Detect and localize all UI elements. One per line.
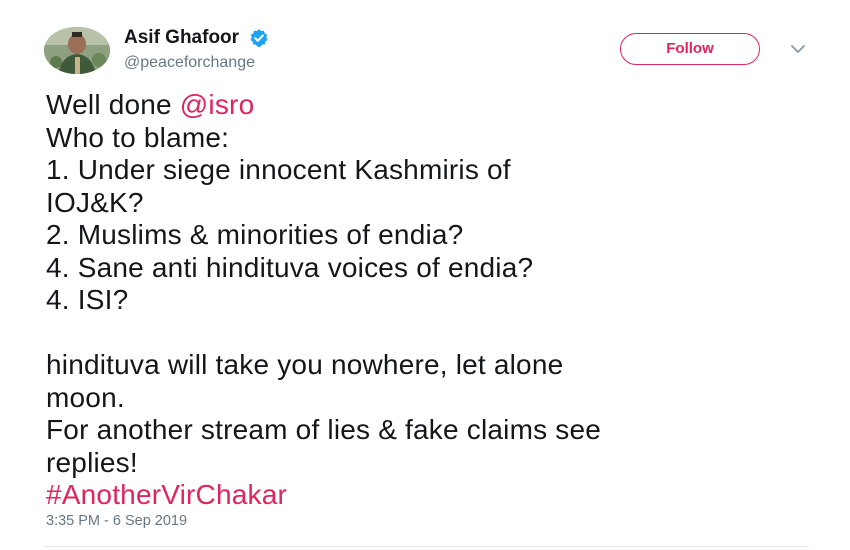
tweet-line: Well done @isro [46, 89, 836, 122]
follow-button[interactable]: Follow [620, 33, 760, 65]
tweet-line: 4. ISI? [46, 284, 129, 315]
chevron-down-icon[interactable] [788, 42, 808, 56]
tweet-line: Who to blame: [46, 121, 230, 153]
verified-badge-icon [249, 28, 269, 48]
tweet-text: Well done @isro Who to blame: 1. Under s… [46, 89, 836, 512]
display-name[interactable]: Asif Ghafoor [124, 26, 239, 50]
hashtag-link[interactable]: #AnotherVirChakar [46, 479, 836, 512]
tweet-line-text: Well done [46, 89, 180, 120]
tweet-line: 2. Muslims & minorities of endia? [46, 219, 464, 250]
tweet-line: 1. Under siege innocent Kashmiris of [46, 154, 511, 185]
mention-link[interactable]: @isro [180, 89, 255, 120]
account-info: Asif Ghafoor @peaceforchange [124, 26, 269, 74]
tweet-line: For another stream of lies & fake claims… [46, 414, 602, 445]
tweet-timestamp[interactable]: 3:35 PM - 6 Sep 2019 [46, 513, 187, 529]
tweet-line: 4. Sane anti hindituva voices of endia? [46, 251, 534, 283]
tweet-card: Asif Ghafoor @peaceforchange Follow Well… [0, 0, 850, 550]
handle[interactable]: @peaceforchange [124, 52, 269, 74]
divider [44, 546, 809, 547]
tweet-line: hindituva will take you nowhere, let alo… [46, 349, 564, 380]
avatar[interactable] [44, 27, 110, 74]
tweet-line: replies! [46, 446, 138, 478]
tweet-line: moon. [46, 381, 125, 413]
tweet-line: IOJ&K? [46, 186, 144, 218]
avatar-photo [44, 27, 110, 74]
